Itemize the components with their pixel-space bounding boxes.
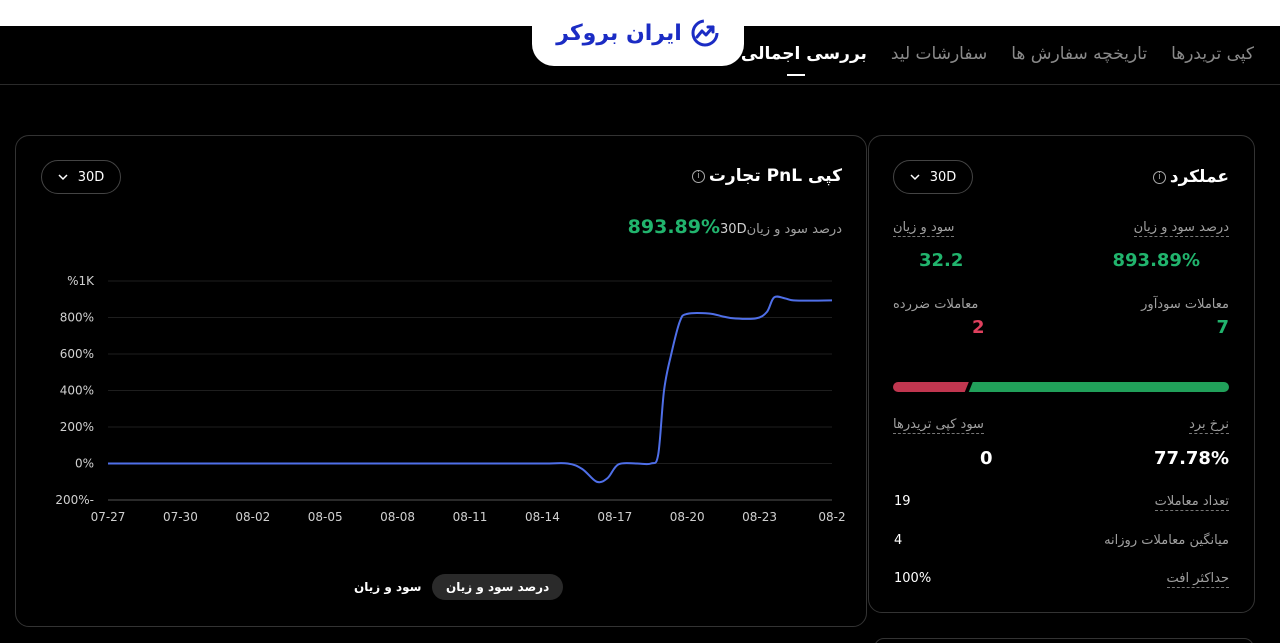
performance-title: عملکرد i (1152, 167, 1229, 187)
x-tick-label: 08-17 (597, 510, 632, 524)
chevron-down-icon (910, 174, 920, 181)
x-tick-label: 07-30 (163, 510, 198, 524)
win-rate-value: 77.78% (1154, 448, 1229, 469)
win-trades-label: معاملات سودآور (1141, 297, 1229, 312)
loss-trades-label: معاملات ضررده (893, 297, 979, 312)
copy-profit-value: 0 (980, 448, 993, 469)
copy-profit-label: سود کپی تریدرها (893, 417, 984, 434)
x-tick-label: 08-23 (742, 510, 777, 524)
avg-daily-trades-label: میانگین معاملات روزانه (1104, 533, 1229, 548)
total-trades-value: 19 (894, 494, 911, 509)
performance-period-dropdown[interactable]: 30D (893, 160, 973, 194)
max-drawdown-label: حداکثر افت (1166, 571, 1229, 588)
x-tick-label: 08-14 (525, 510, 560, 524)
y-tick-label: %1K (67, 274, 95, 288)
toggle-pnl-percent[interactable]: درصد سود و زیان (432, 574, 564, 600)
x-tick-label: 07-27 (91, 510, 126, 524)
info-icon[interactable]: i (1152, 170, 1166, 184)
pnl-pct-label: درصد سود و زیان (1133, 220, 1229, 237)
next-card-edge (874, 638, 1254, 643)
max-drawdown-value: 100% (894, 571, 932, 586)
y-tick-label: 800% (60, 311, 94, 325)
x-tick-label: 08-20 (670, 510, 705, 524)
loss-trades-value: 2 (972, 317, 985, 338)
pnl-label: سود و زیان (893, 220, 955, 237)
y-tick-label: 0% (75, 457, 94, 471)
x-tick-label: 08-08 (380, 510, 415, 524)
x-tick-label: 08-02 (235, 510, 270, 524)
pnl-pct-value: 893.89% (1112, 250, 1201, 271)
win-segment (968, 382, 1229, 392)
loss-segment (893, 382, 969, 392)
avg-daily-trades-value: 4 (894, 533, 903, 548)
pnl-value: 32.2 (919, 250, 964, 271)
win-loss-ratio-bar (893, 382, 1229, 392)
y-tick-label: 200% (60, 420, 94, 434)
y-tick-label: 400% (60, 384, 94, 398)
pnl-series-line (108, 295, 833, 484)
win-rate-label: نرخ برد (1189, 417, 1229, 434)
x-tick-label: 08-05 (308, 510, 343, 524)
toggle-pnl-value[interactable]: سود و زیان (340, 574, 435, 600)
x-tick-label: 08-2 (818, 510, 845, 524)
y-tick-label: 600% (60, 347, 94, 361)
y-tick-label: 200%- (55, 493, 94, 507)
performance-title-text: عملکرد (1169, 167, 1229, 187)
total-trades-label: تعداد معاملات (1154, 494, 1229, 511)
performance-period-value: 30D (929, 169, 957, 185)
win-trades-value: 7 (1216, 317, 1229, 338)
x-tick-label: 08-11 (453, 510, 488, 524)
